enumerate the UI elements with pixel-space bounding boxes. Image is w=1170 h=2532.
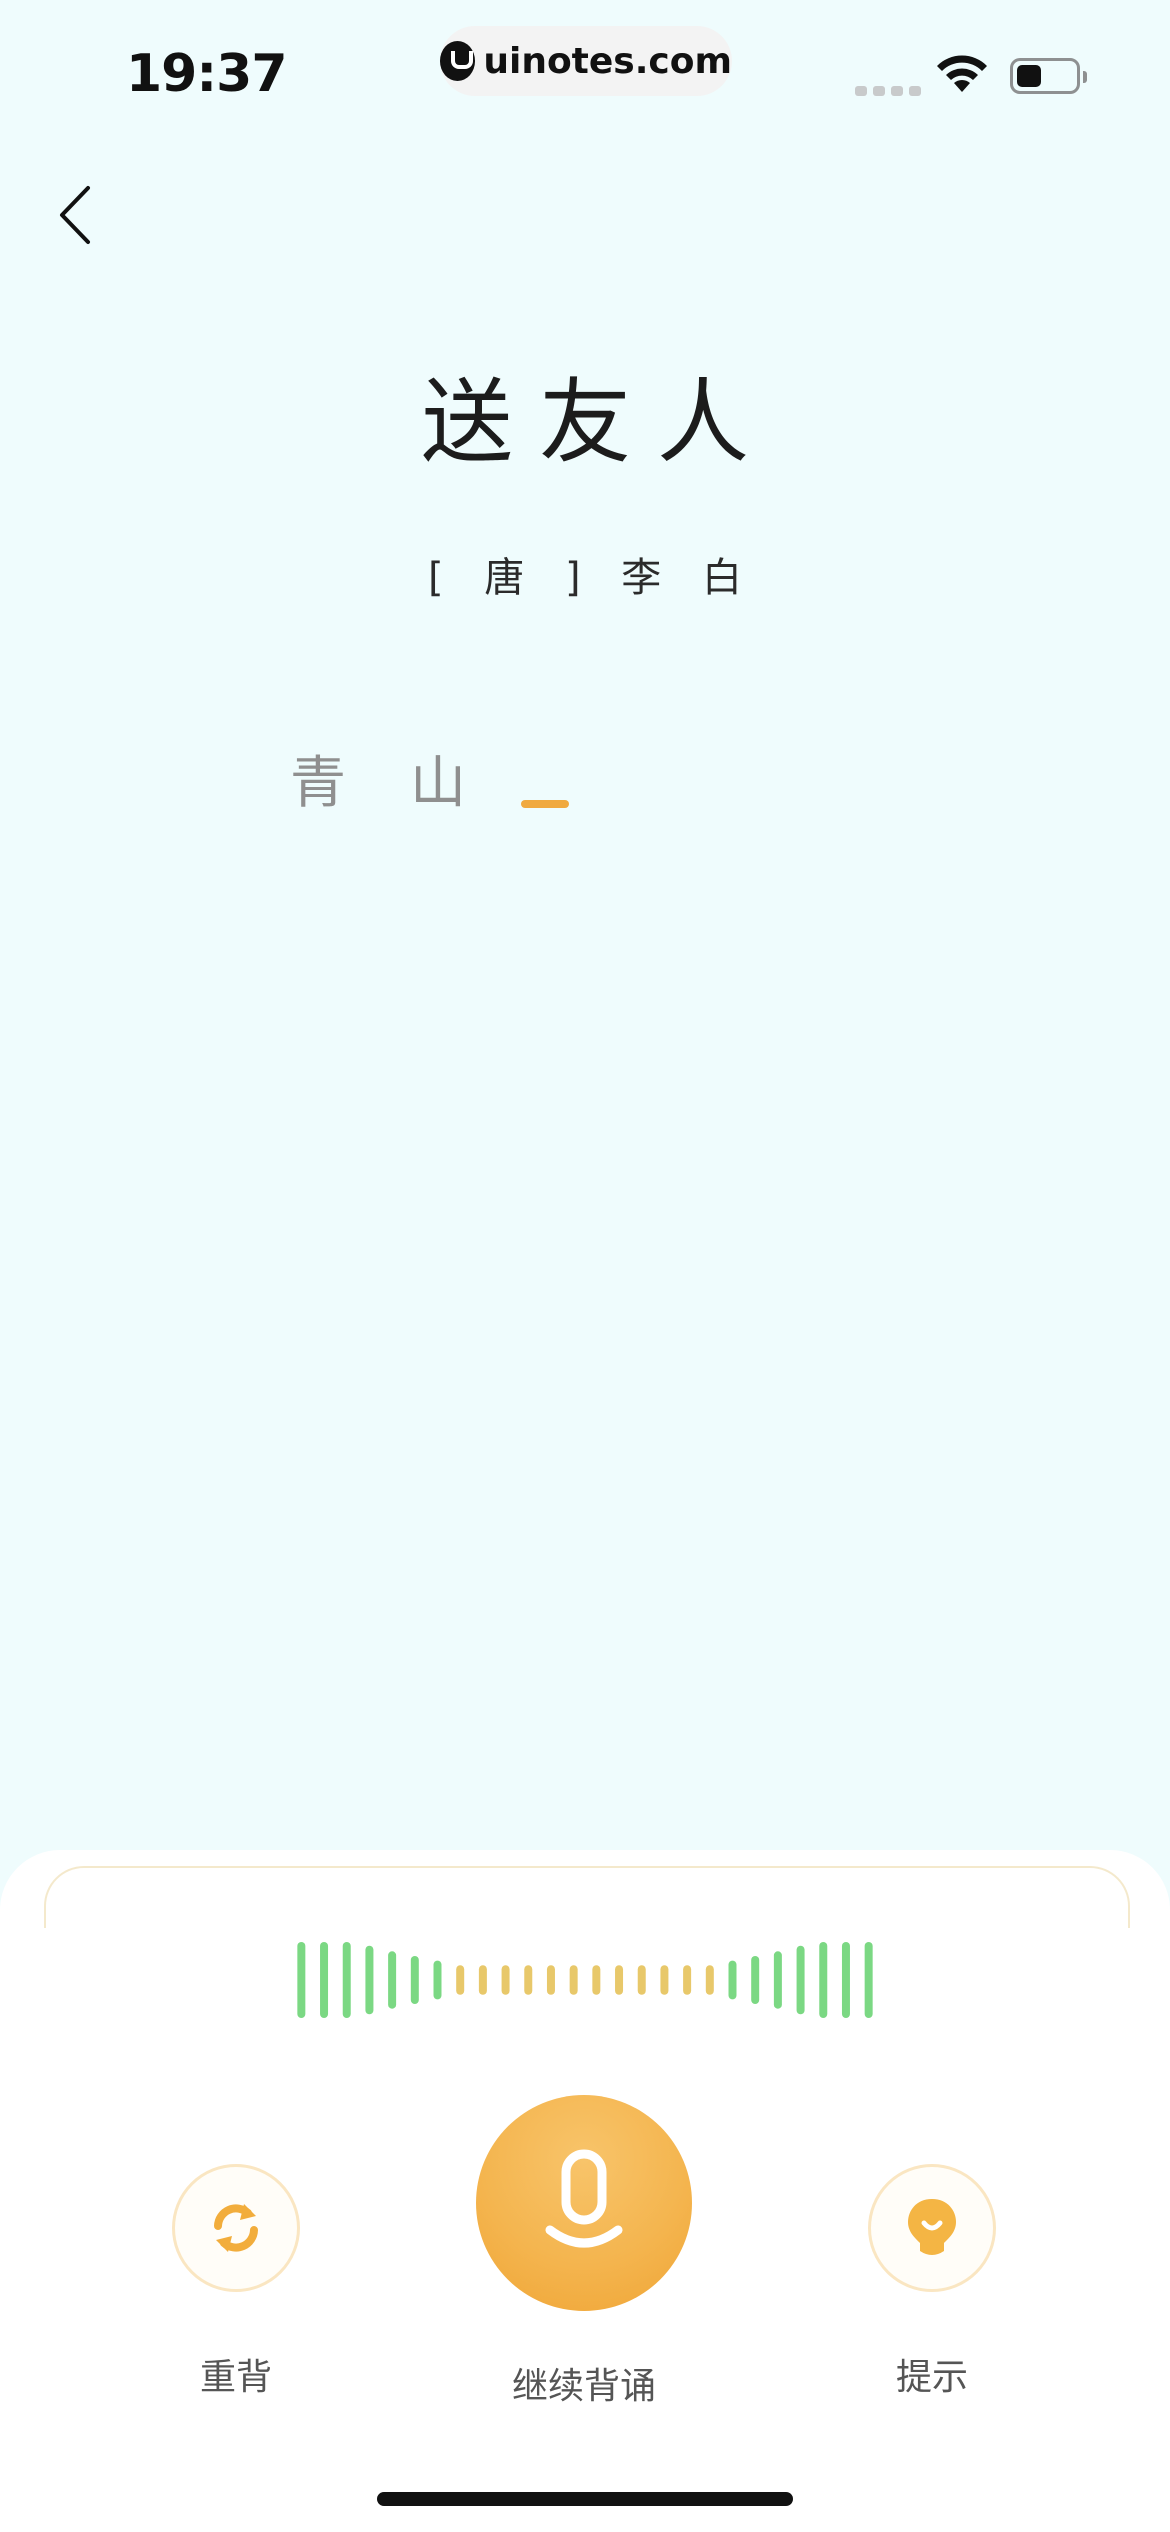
waveform-bar — [841, 1942, 850, 2018]
lightbulb-icon — [908, 2199, 956, 2255]
waveform-bar — [569, 1965, 578, 1995]
waveform-bar — [683, 1965, 692, 1995]
microphone-icon — [545, 2149, 623, 2248]
continue-recite-label: 继续背诵 — [511, 2366, 656, 2407]
waveform-bar — [478, 1965, 487, 1995]
refresh-icon — [214, 2204, 258, 2252]
site-logo-icon — [440, 41, 476, 81]
waveform-bar — [320, 1942, 329, 2018]
status-time: 19:37 — [126, 44, 288, 104]
cellular-signal-icon — [855, 86, 921, 96]
poem-author: [ 唐 ] 李 白 — [427, 555, 757, 601]
url-text: uinotes.com — [483, 40, 732, 82]
waveform-bar — [660, 1965, 669, 1995]
waveform-bar — [297, 1942, 306, 2018]
recited-char: 山 — [410, 751, 466, 816]
waveform-bar — [388, 1951, 397, 2009]
battery-icon — [1010, 58, 1087, 94]
hint-icon-circle — [868, 2164, 996, 2292]
recited-line: 青 山 — [290, 738, 466, 819]
waveform-bar — [501, 1965, 510, 1995]
next-char-cursor — [521, 800, 569, 808]
restart-button[interactable]: 重背 — [172, 2164, 300, 2400]
waveform-bar — [342, 1942, 351, 2018]
wifi-icon — [937, 55, 987, 92]
url-pill[interactable]: uinotes.com — [440, 26, 732, 96]
waveform-bar — [546, 1965, 555, 1995]
waveform-bar — [773, 1951, 782, 2009]
chevron-left-icon — [60, 186, 90, 244]
waveform-bar — [728, 1960, 737, 2000]
recited-char: 青 — [290, 751, 346, 816]
home-indicator — [377, 2492, 793, 2506]
voice-waveform — [297, 1942, 873, 2018]
waveform-bar — [433, 1960, 442, 2000]
waveform-bar — [365, 1945, 374, 2015]
continue-recite-button[interactable]: 继续背诵 — [476, 2095, 692, 2409]
restart-icon-circle — [172, 2164, 300, 2292]
waveform-bar — [456, 1965, 465, 1995]
back-button[interactable] — [48, 180, 108, 250]
waveform-bar — [637, 1965, 646, 1995]
waveform-bar — [796, 1945, 805, 2015]
waveform-bar — [524, 1965, 533, 1995]
waveform-bar — [615, 1965, 624, 1995]
waveform-bar — [592, 1965, 601, 1995]
hint-label: 提示 — [895, 2357, 968, 2398]
recitation-screen: 19:37 uinotes.com 送友人 [ 唐 ] 李 白 青 山 重背 继… — [0, 0, 1170, 2532]
waveform-bar — [410, 1955, 419, 2005]
panel-decorative-frame — [44, 1866, 1130, 1928]
waveform-bar — [864, 1942, 873, 2018]
poem-title: 送友人 — [420, 369, 775, 476]
waveform-bar — [751, 1955, 760, 2005]
waveform-bar — [705, 1965, 714, 1995]
restart-label: 重背 — [199, 2357, 272, 2398]
mic-button-circle — [476, 2095, 692, 2311]
waveform-bar — [819, 1942, 828, 2018]
hint-button[interactable]: 提示 — [868, 2164, 996, 2400]
